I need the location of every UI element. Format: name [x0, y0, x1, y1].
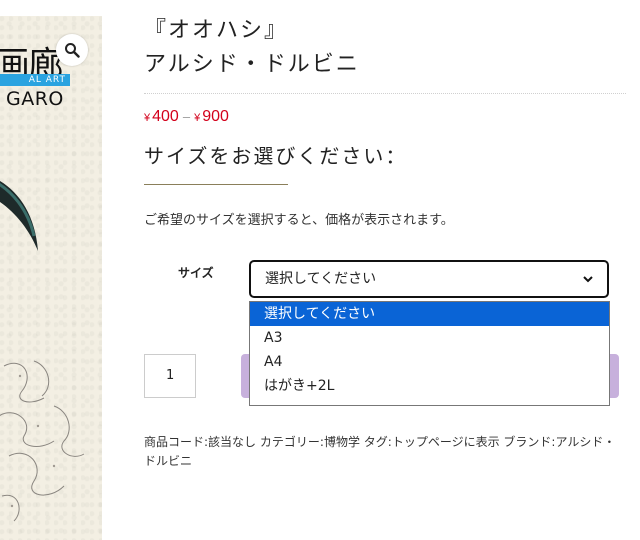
size-select-value: 選択してください [265, 271, 377, 287]
brand-logo-strip: AL ART [0, 74, 70, 86]
size-label: サイズ [178, 266, 214, 280]
chevron-down-icon [583, 276, 593, 283]
sku-value: 該当なし [208, 435, 257, 449]
size-option[interactable]: A4 [250, 350, 609, 374]
botanical-sketch-illustration [0, 360, 85, 522]
size-option[interactable]: はがき+2L [250, 374, 609, 398]
zoom-button[interactable] [56, 34, 88, 66]
quantity-input[interactable]: 1 [144, 354, 196, 398]
price-instructions: ご希望のサイズを選択すると、価格が表示されます。 [144, 213, 454, 228]
product-title-line1: 『オオハシ』 [144, 18, 289, 43]
category-label: カテゴリー: [259, 435, 324, 449]
heading-underline [144, 184, 288, 185]
tag-link[interactable]: トップページに表示 [392, 435, 500, 449]
price-max: 900 [202, 108, 229, 125]
product-title: 『オオハシ』 アルシド・ドルビニ [144, 14, 624, 82]
size-option[interactable]: A3 [250, 326, 609, 350]
price-range: ¥400– ¥900 [144, 108, 229, 126]
size-select[interactable]: 選択してください [249, 260, 609, 298]
toucan-beak-illustration [0, 181, 38, 251]
currency-symbol: ¥ [194, 112, 201, 124]
size-dropdown-list[interactable]: 選択してください A3 A4 はがき+2L [249, 301, 610, 406]
sku-label: 商品コード: [144, 435, 209, 449]
tag-label: タグ: [363, 435, 392, 449]
price-separator: – [182, 109, 191, 124]
magnifier-icon [65, 43, 80, 58]
product-title-line2: アルシド・ドルビニ [144, 52, 360, 77]
divider [144, 93, 626, 94]
price-min: 400 [152, 108, 179, 125]
size-selection-heading: サイズをお選びください： [144, 144, 408, 168]
product-meta: 商品コード:該当なし カテゴリー:博物学 タグ:トップページに表示 ブランド:ア… [144, 433, 622, 471]
brand-label: ブランド: [503, 435, 556, 449]
category-link[interactable]: 博物学 [324, 435, 360, 449]
currency-symbol: ¥ [144, 112, 151, 124]
size-option[interactable]: 選択してください [250, 302, 609, 326]
product-image[interactable]: 画廊 AL ART GARO [0, 16, 102, 540]
brand-logo-name: GARO [6, 88, 64, 110]
